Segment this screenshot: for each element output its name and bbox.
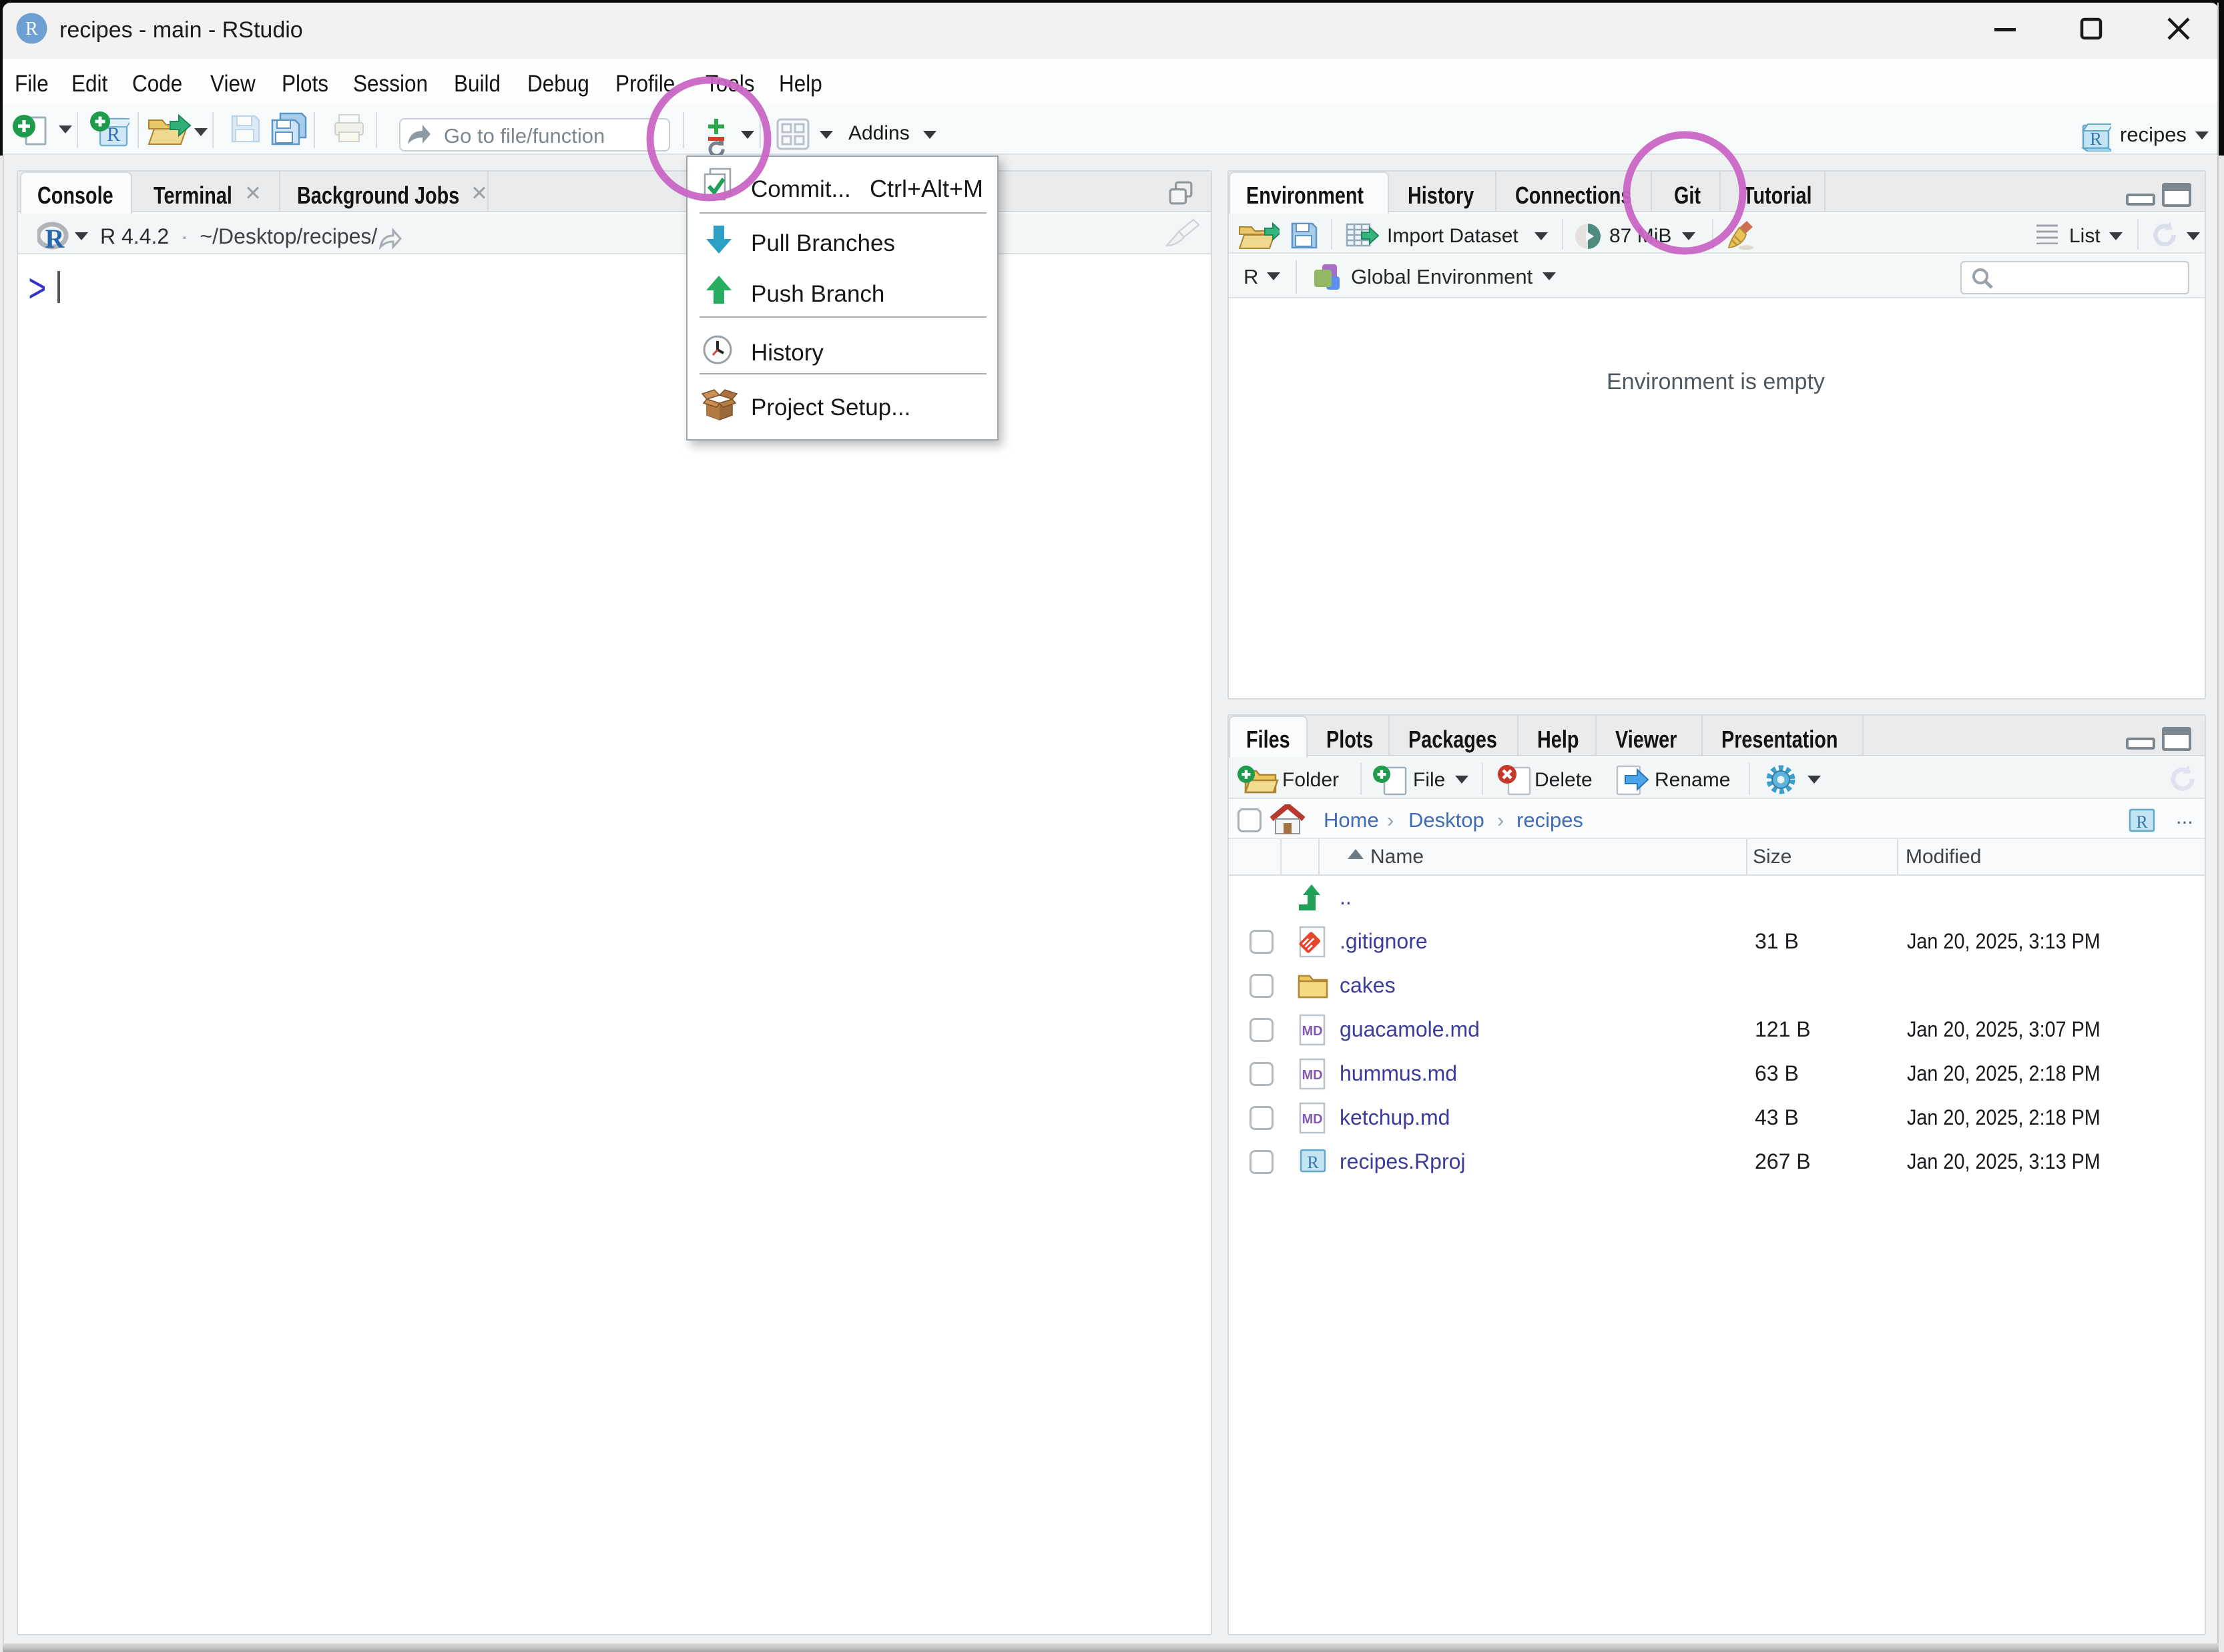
svg-text:MD: MD xyxy=(1302,1024,1322,1039)
svg-text:R: R xyxy=(1307,1153,1319,1172)
svg-text:R: R xyxy=(45,224,65,253)
svg-text:R: R xyxy=(107,123,120,146)
svg-text:R: R xyxy=(2136,812,2148,832)
svg-text:MD: MD xyxy=(1302,1112,1322,1127)
svg-text:R: R xyxy=(2090,129,2102,149)
svg-text:R: R xyxy=(25,19,38,39)
svg-text:MD: MD xyxy=(1302,1068,1322,1083)
